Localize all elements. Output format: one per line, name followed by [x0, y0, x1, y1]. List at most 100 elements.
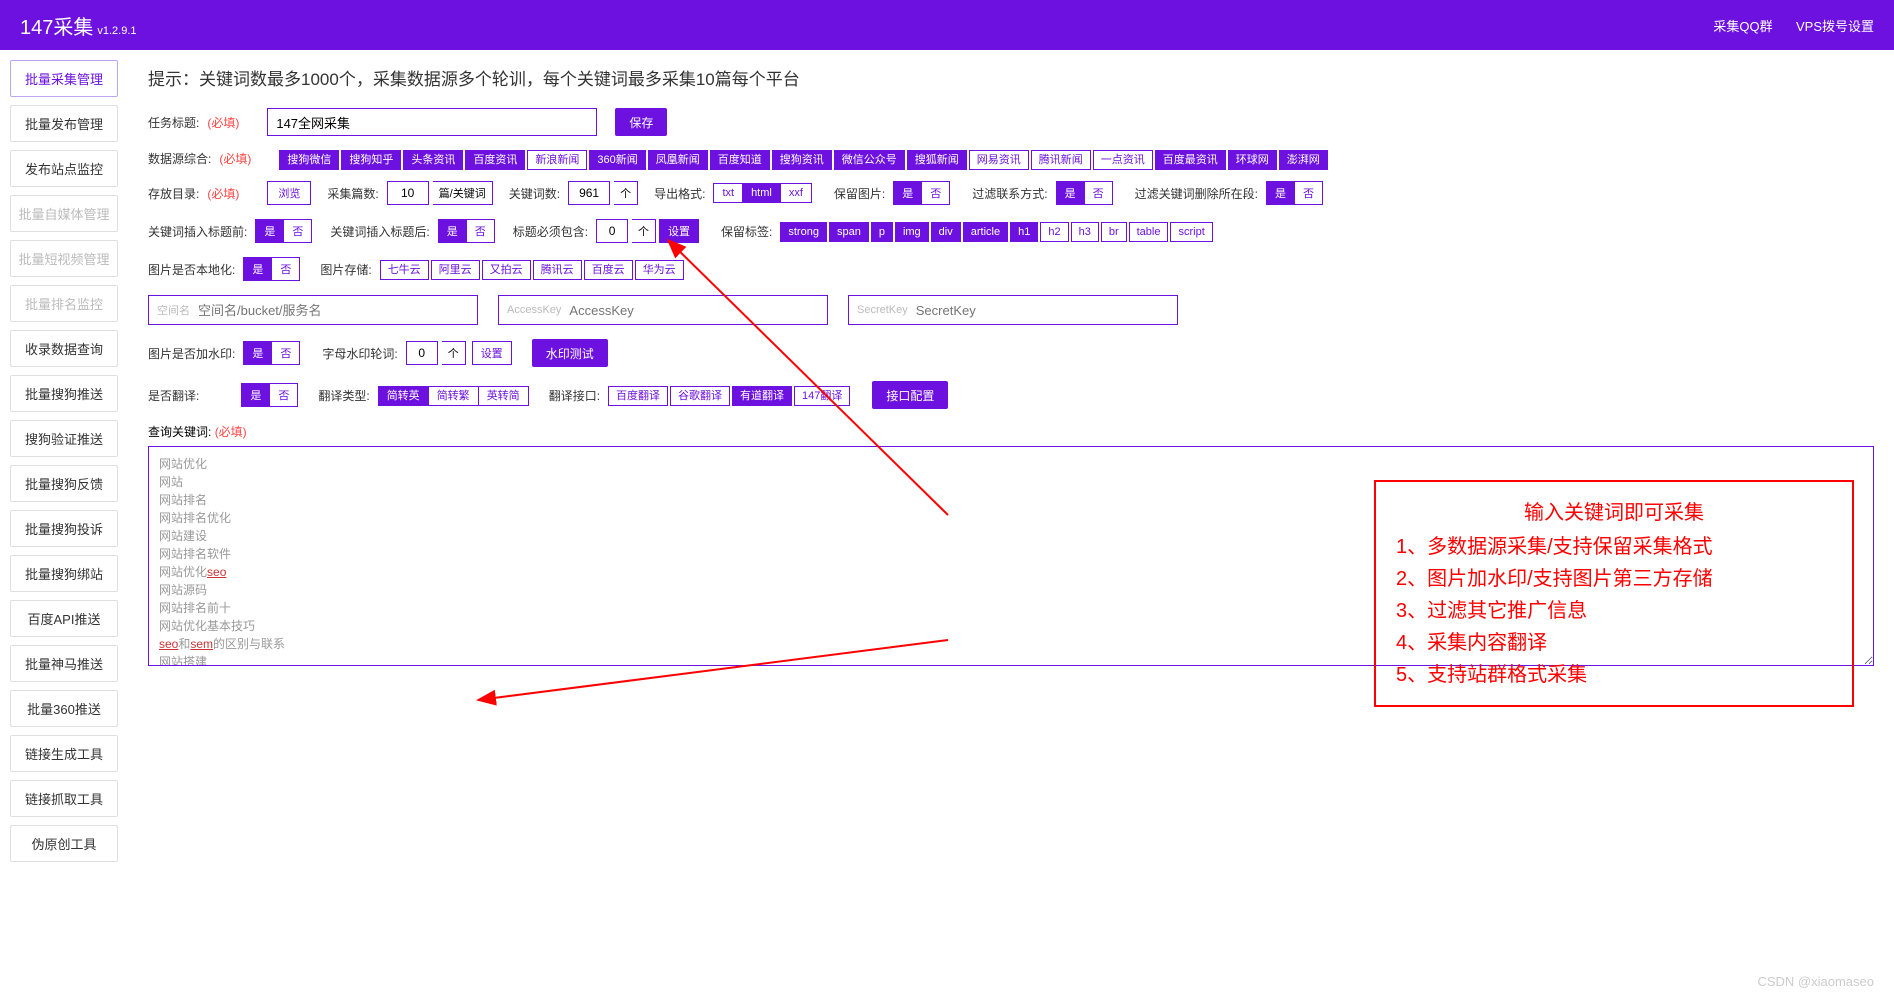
- trans-api-147翻译[interactable]: 147翻译: [794, 386, 850, 406]
- rotate-input[interactable]: [406, 341, 438, 365]
- source-搜狗资讯[interactable]: 搜狗资讯: [772, 150, 832, 170]
- sk-input-wrap[interactable]: SecretKey: [848, 295, 1178, 325]
- tag-span[interactable]: span: [829, 222, 869, 242]
- sidebar-item-8[interactable]: 搜狗验证推送: [10, 420, 118, 457]
- filter-kw-toggle: 是 否: [1266, 181, 1323, 205]
- sources-label: 数据源综合:: [148, 150, 211, 167]
- app-header: 147采集v1.2.9.1 采集QQ群 VPS拨号设置: [0, 0, 1894, 50]
- source-网易资讯[interactable]: 网易资讯: [969, 150, 1029, 170]
- source-澎湃网[interactable]: 澎湃网: [1279, 150, 1328, 170]
- trans-type-简转繁[interactable]: 简转繁: [429, 386, 479, 406]
- source-微信公众号[interactable]: 微信公众号: [834, 150, 905, 170]
- sidebar-item-11[interactable]: 批量搜狗绑站: [10, 555, 118, 592]
- source-环球网[interactable]: 环球网: [1228, 150, 1277, 170]
- tag-h2[interactable]: h2: [1040, 222, 1068, 242]
- source-凤凰新闻[interactable]: 凤凰新闻: [648, 150, 708, 170]
- row-sources: 数据源综合: (必填) 搜狗微信搜狗知乎头条资讯百度资讯新浪新闻360新闻凤凰新…: [148, 150, 1874, 167]
- sidebar-item-2[interactable]: 发布站点监控: [10, 150, 118, 187]
- watermark-test-button[interactable]: 水印测试: [532, 339, 608, 367]
- must-input[interactable]: [596, 219, 628, 243]
- source-百度资讯[interactable]: 百度资讯: [465, 150, 525, 170]
- sidebar-item-6[interactable]: 收录数据查询: [10, 330, 118, 367]
- filter-contact-toggle: 是 否: [1056, 181, 1113, 205]
- source-头条资讯[interactable]: 头条资讯: [403, 150, 463, 170]
- source-新浪新闻[interactable]: 新浪新闻: [527, 150, 587, 170]
- link-vps[interactable]: VPS拨号设置: [1796, 19, 1874, 34]
- sidebar-item-3[interactable]: 批量自媒体管理: [10, 195, 118, 232]
- tag-img[interactable]: img: [895, 222, 929, 242]
- sidebar-item-17[interactable]: 伪原创工具: [10, 825, 118, 862]
- cloud-七牛云[interactable]: 七牛云: [380, 260, 429, 280]
- row-watermark: 图片是否加水印: 是否 字母水印轮词: 个 设置 水印测试: [148, 339, 1874, 367]
- sidebar-item-1[interactable]: 批量发布管理: [10, 105, 118, 142]
- sidebar-item-0[interactable]: 批量采集管理: [10, 60, 118, 97]
- cloud-又拍云[interactable]: 又拍云: [482, 260, 531, 280]
- ak-input[interactable]: [569, 303, 819, 318]
- cloud-百度云[interactable]: 百度云: [584, 260, 633, 280]
- source-一点资讯[interactable]: 一点资讯: [1093, 150, 1153, 170]
- tag-p[interactable]: p: [871, 222, 893, 242]
- annotation-overlay: 输入关键词即可采集 1、多数据源采集/支持保留采集格式2、图片加水印/支持图片第…: [1374, 480, 1854, 707]
- sidebar: 批量采集管理批量发布管理发布站点监控批量自媒体管理批量短视频管理批量排名监控收录…: [0, 50, 128, 880]
- source-百度最资讯[interactable]: 百度最资讯: [1155, 150, 1226, 170]
- browse-button[interactable]: 浏览: [267, 181, 311, 205]
- count-input[interactable]: [387, 181, 429, 205]
- save-button[interactable]: 保存: [615, 108, 667, 136]
- source-搜狐新闻[interactable]: 搜狐新闻: [907, 150, 967, 170]
- keep-img-toggle: 是 否: [893, 181, 950, 205]
- trans-type-简转英[interactable]: 简转英: [378, 386, 429, 406]
- sk-input[interactable]: [916, 303, 1169, 318]
- format-xxf[interactable]: xxf: [781, 183, 812, 203]
- row-cloud-creds: 空间名 AccessKey SecretKey: [148, 295, 1874, 325]
- tag-script[interactable]: script: [1170, 222, 1212, 242]
- sidebar-item-16[interactable]: 链接抓取工具: [10, 780, 118, 817]
- app-title: 147采集v1.2.9.1: [20, 11, 137, 40]
- source-搜狗微信[interactable]: 搜狗微信: [279, 150, 339, 170]
- tag-h3[interactable]: h3: [1071, 222, 1099, 242]
- task-title-input[interactable]: [267, 108, 597, 136]
- api-config-button[interactable]: 接口配置: [872, 381, 948, 409]
- row-storage: 存放目录: (必填) 浏览 采集篇数: 篇/关键词 关键词数: 个 导出格式: …: [148, 181, 1874, 205]
- format-html[interactable]: html: [743, 183, 781, 203]
- tag-h1[interactable]: h1: [1010, 222, 1038, 242]
- hint-text: 提示：关键词数最多1000个，采集数据源多个轮训，每个关键词最多采集10篇每个平…: [148, 65, 1874, 90]
- trans-api-百度翻译[interactable]: 百度翻译: [608, 386, 668, 406]
- sidebar-item-13[interactable]: 批量神马推送: [10, 645, 118, 682]
- tag-article[interactable]: article: [963, 222, 1008, 242]
- row-img-local: 图片是否本地化: 是否 图片存储: 七牛云阿里云又拍云腾讯云百度云华为云: [148, 257, 1874, 281]
- keywords-label: 查询关键词: (必填): [148, 423, 1874, 440]
- row-task-title: 任务标题: (必填) 保存: [148, 108, 1874, 136]
- space-input[interactable]: [198, 303, 469, 318]
- tag-br[interactable]: br: [1101, 222, 1127, 242]
- task-req: (必填): [207, 114, 239, 131]
- ak-input-wrap[interactable]: AccessKey: [498, 295, 828, 325]
- sidebar-item-12[interactable]: 百度API推送: [10, 600, 118, 637]
- kwcount-input[interactable]: [568, 181, 610, 205]
- trans-type-英转简[interactable]: 英转简: [479, 386, 529, 406]
- tag-strong[interactable]: strong: [780, 222, 827, 242]
- space-input-wrap[interactable]: 空间名: [148, 295, 478, 325]
- sidebar-item-7[interactable]: 批量搜狗推送: [10, 375, 118, 412]
- trans-api-谷歌翻译[interactable]: 谷歌翻译: [670, 386, 730, 406]
- sidebar-item-5[interactable]: 批量排名监控: [10, 285, 118, 322]
- source-腾讯新闻[interactable]: 腾讯新闻: [1031, 150, 1091, 170]
- sidebar-item-10[interactable]: 批量搜狗投诉: [10, 510, 118, 547]
- source-百度知道[interactable]: 百度知道: [710, 150, 770, 170]
- link-qq[interactable]: 采集QQ群: [1713, 19, 1772, 34]
- trans-api-有道翻译[interactable]: 有道翻译: [732, 386, 792, 406]
- cloud-阿里云[interactable]: 阿里云: [431, 260, 480, 280]
- source-搜狗知乎[interactable]: 搜狗知乎: [341, 150, 401, 170]
- sidebar-item-15[interactable]: 链接生成工具: [10, 735, 118, 772]
- page-watermark: CSDN @xiaomaseo: [1757, 974, 1874, 989]
- cloud-腾讯云[interactable]: 腾讯云: [533, 260, 582, 280]
- tag-div[interactable]: div: [931, 222, 961, 242]
- rotate-set-btn[interactable]: 设置: [472, 341, 512, 365]
- source-360新闻[interactable]: 360新闻: [589, 150, 645, 170]
- sidebar-item-9[interactable]: 批量搜狗反馈: [10, 465, 118, 502]
- sidebar-item-4[interactable]: 批量短视频管理: [10, 240, 118, 277]
- tag-table[interactable]: table: [1129, 222, 1169, 242]
- format-txt[interactable]: txt: [713, 183, 743, 203]
- sidebar-item-14[interactable]: 批量360推送: [10, 690, 118, 727]
- must-set-btn[interactable]: 设置: [659, 219, 699, 243]
- cloud-华为云[interactable]: 华为云: [635, 260, 684, 280]
